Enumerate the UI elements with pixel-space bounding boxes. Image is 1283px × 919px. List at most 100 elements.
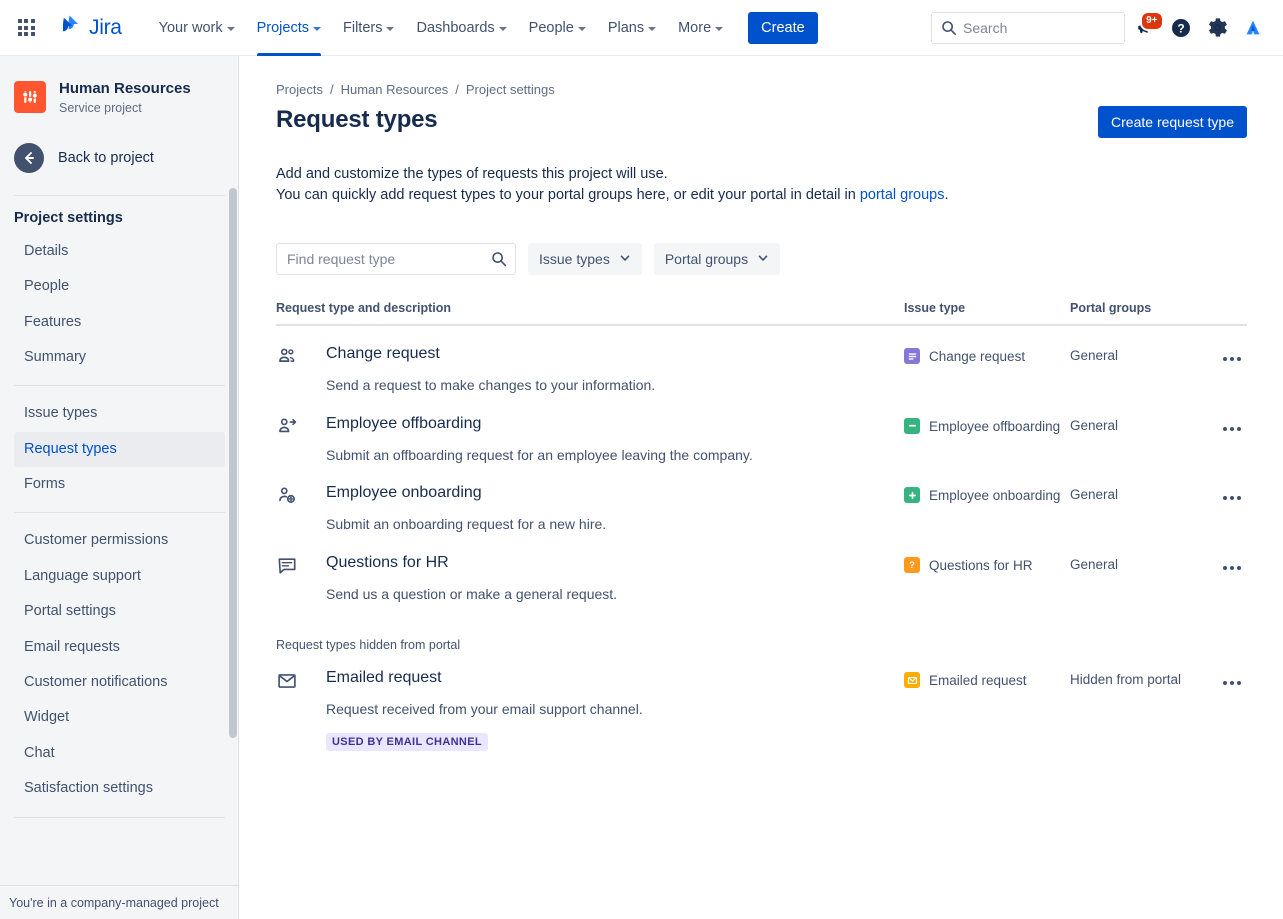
jira-wordmark: Jira [89, 16, 122, 40]
nav-filters[interactable]: Filters [332, 0, 405, 56]
portal-groups-filter-label: Portal groups [665, 251, 748, 267]
row-actions-button[interactable] [1217, 668, 1247, 698]
status-badge: USED BY EMAIL CHANNEL [326, 733, 488, 751]
sidebar-item-widget[interactable]: Widget [14, 700, 225, 735]
breadcrumb-project-settings[interactable]: Project settings [466, 82, 555, 97]
jira-home-link[interactable]: Jira [54, 9, 126, 46]
header-issue-type: Issue type [904, 301, 1070, 315]
nav-your-work[interactable]: Your work [148, 0, 246, 56]
issue-types-filter-button[interactable]: Issue types [528, 243, 642, 275]
svg-text:?: ? [909, 560, 915, 570]
nav-label: More [678, 20, 711, 36]
nav-projects[interactable]: Projects [246, 0, 332, 56]
app-switcher-button[interactable] [10, 12, 42, 44]
global-search[interactable] [931, 12, 1125, 44]
chevron-down-icon [227, 27, 235, 31]
create-button[interactable]: Create [748, 12, 818, 44]
table-row[interactable]: Emailed request Request received from yo… [276, 652, 1247, 751]
main-content: Projects / Human Resources / Project set… [240, 56, 1283, 919]
sidebar-group-portal: Customer permissions Language support Po… [0, 513, 239, 806]
sidebar-scroll-area: Human Resources Service project Back to … [0, 56, 239, 885]
request-type-description: Submit an offboarding request for an emp… [326, 446, 904, 466]
breadcrumb-projects[interactable]: Projects [276, 82, 323, 97]
row-actions-button[interactable] [1217, 483, 1247, 513]
find-request-type-input[interactable] [277, 251, 515, 267]
gear-icon [1207, 17, 1228, 38]
sidebar-scrollbar-thumb[interactable] [229, 188, 237, 738]
project-header[interactable]: Human Resources Service project [0, 56, 239, 125]
offboarding-issue-icon [904, 418, 920, 434]
nav-right-actions: 9+ ? [931, 12, 1283, 44]
back-to-project-button[interactable]: Back to project [0, 133, 239, 183]
sidebar-item-language-support[interactable]: Language support [14, 559, 225, 594]
chevron-down-icon [619, 251, 631, 267]
nav-label: People [529, 20, 574, 36]
sidebar-item-email-requests[interactable]: Email requests [14, 630, 225, 665]
sidebar-item-features[interactable]: Features [14, 305, 225, 340]
help-button[interactable]: ? [1165, 12, 1197, 44]
sidebar-item-request-types[interactable]: Request types [14, 432, 225, 467]
table-row[interactable]: Employee onboarding Submit an onboarding… [276, 465, 1247, 535]
breadcrumb-separator: / [455, 82, 459, 97]
table-row[interactable]: Change request Send a request to make ch… [276, 326, 1247, 396]
request-type-name[interactable]: Questions for HR [326, 553, 904, 573]
table-row[interactable]: Questions for HR Send us a question or m… [276, 535, 1247, 605]
sidebar-section-title: Project settings [0, 196, 239, 234]
sidebar-item-people[interactable]: People [14, 269, 225, 304]
envelope-icon [276, 668, 300, 751]
portal-groups-filter-button[interactable]: Portal groups [654, 243, 780, 275]
description-line-2: You can quickly add request types to you… [276, 185, 1247, 206]
jira-logo-icon [58, 13, 82, 42]
issue-type-label: Questions for HR [929, 556, 1033, 605]
sidebar-footer-note: You're in a company-managed project [0, 885, 239, 919]
top-navigation-bar: Jira Your work Projects Filters Dashboar… [0, 0, 1283, 56]
people-icon [276, 344, 300, 396]
nav-plans[interactable]: Plans [597, 0, 667, 56]
settings-button[interactable] [1201, 12, 1233, 44]
nav-more[interactable]: More [667, 0, 734, 56]
table-row[interactable]: Employee offboarding Submit an offboardi… [276, 396, 1247, 466]
nav-label: Dashboards [416, 20, 494, 36]
portal-groups-link[interactable]: portal groups [860, 187, 945, 203]
request-type-name[interactable]: Emailed request [326, 668, 904, 688]
row-actions-button[interactable] [1217, 414, 1247, 444]
issue-type-cell: Emailed request [904, 668, 1070, 751]
nav-dashboards[interactable]: Dashboards [405, 0, 517, 56]
sidebar-item-customer-permissions[interactable]: Customer permissions [14, 523, 225, 558]
request-types-table: Request type and description Issue type … [276, 301, 1247, 751]
sidebar-item-issue-types[interactable]: Issue types [14, 396, 225, 431]
issue-type-label: Employee offboarding [929, 417, 1060, 466]
request-type-name[interactable]: Employee offboarding [326, 414, 904, 434]
issue-type-label: Employee onboarding [929, 486, 1060, 535]
row-actions-button[interactable] [1217, 344, 1247, 374]
request-type-name[interactable]: Change request [326, 344, 904, 364]
table-header-row: Request type and description Issue type … [276, 301, 1247, 326]
filter-toolbar: Issue types Portal groups [276, 243, 1247, 275]
breadcrumb-human-resources[interactable]: Human Resources [341, 82, 449, 97]
search-input[interactable] [932, 20, 1124, 36]
sidebar-item-customer-notifications[interactable]: Customer notifications [14, 665, 225, 700]
profile-avatar[interactable] [1237, 12, 1269, 44]
chevron-down-icon [499, 27, 507, 31]
back-to-project-label: Back to project [58, 150, 154, 166]
primary-nav-items: Your work Projects Filters Dashboards Pe… [148, 0, 735, 56]
breadcrumb: Projects / Human Resources / Project set… [276, 82, 1247, 97]
nav-label: Filters [343, 20, 382, 36]
issue-type-label: Change request [929, 347, 1025, 396]
notifications-button[interactable]: 9+ [1129, 12, 1161, 44]
request-type-description: Submit an onboarding request for a new h… [326, 515, 904, 535]
find-request-type-field[interactable] [276, 243, 516, 275]
issue-types-filter-label: Issue types [539, 251, 610, 267]
row-actions-button[interactable] [1217, 553, 1247, 583]
change-request-issue-icon [904, 348, 920, 364]
request-type-name[interactable]: Employee onboarding [326, 483, 904, 503]
create-request-type-button[interactable]: Create request type [1098, 106, 1247, 138]
sidebar-item-forms[interactable]: Forms [14, 467, 225, 502]
sidebar-item-summary[interactable]: Summary [14, 340, 225, 375]
sidebar-item-portal-settings[interactable]: Portal settings [14, 594, 225, 629]
sidebar-group-types: Issue types Request types Forms [0, 386, 239, 502]
sidebar-item-satisfaction-settings[interactable]: Satisfaction settings [14, 771, 225, 806]
sidebar-item-chat[interactable]: Chat [14, 736, 225, 771]
nav-people[interactable]: People [518, 0, 597, 56]
sidebar-item-details[interactable]: Details [14, 234, 225, 269]
